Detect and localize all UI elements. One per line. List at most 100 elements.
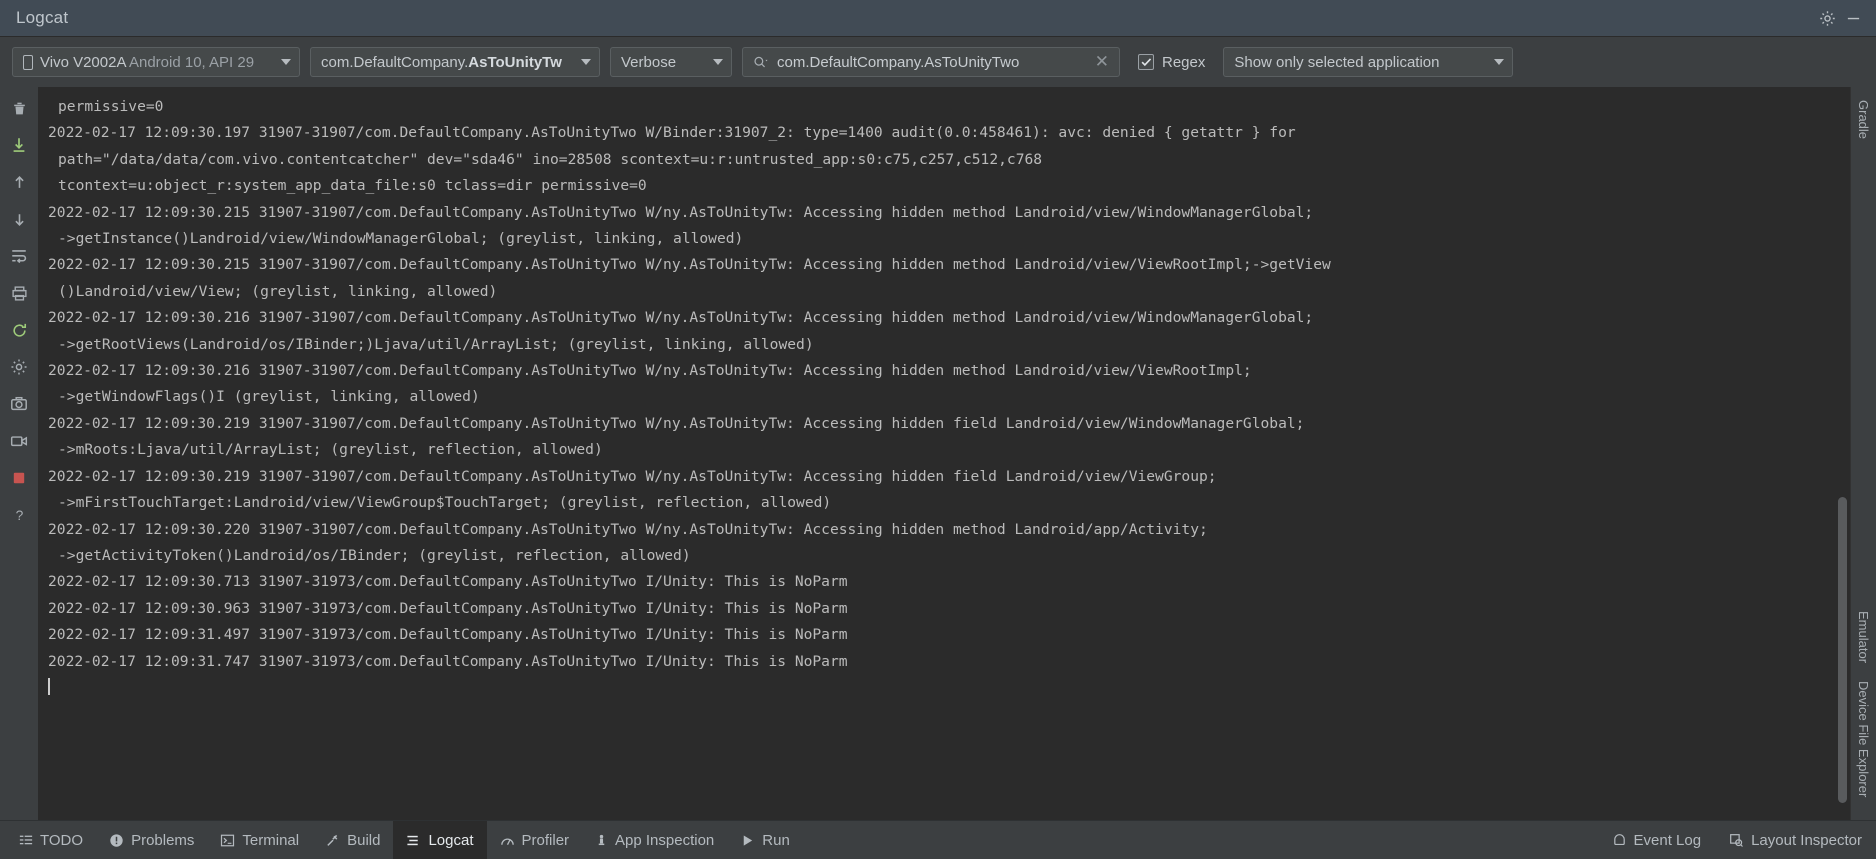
bottom-tab-label: Profiler xyxy=(521,831,570,849)
bottom-tab-logcat[interactable]: Logcat xyxy=(393,821,487,859)
hammer-icon xyxy=(325,833,340,848)
search-icon[interactable] xyxy=(753,55,769,70)
log-line[interactable]: 2022-02-17 12:09:30.219 31907-31907/com.… xyxy=(48,411,1824,437)
bottom-tab-profiler[interactable]: Profiler xyxy=(487,821,583,859)
log-line[interactable]: ->getRootViews(Landroid/os/IBinder;)Ljav… xyxy=(48,332,1824,358)
filter-label: Show only selected application xyxy=(1234,53,1440,71)
logcat-side-toolbar: ? xyxy=(0,87,38,820)
chevron-down-icon xyxy=(581,59,591,65)
log-line[interactable]: ->getActivityToken()Landroid/os/IBinder;… xyxy=(48,543,1824,569)
log-line[interactable]: 2022-02-17 12:09:30.713 31907-31973/com.… xyxy=(48,569,1824,595)
soft-wrap-icon[interactable] xyxy=(6,243,32,269)
logcat-toolbar: Vivo V2002A Android 10, API 29 com.Defau… xyxy=(0,37,1876,87)
bottom-tab-run[interactable]: Run xyxy=(727,821,803,859)
question-icon[interactable]: ? xyxy=(6,502,32,528)
inspection-icon xyxy=(595,833,608,848)
log-level-label: Verbose xyxy=(621,53,677,71)
scrollbar-thumb[interactable] xyxy=(1838,497,1847,804)
bottom-tab-layout-inspector[interactable]: Layout Inspector xyxy=(1715,821,1876,859)
log-line[interactable]: ->getInstance()Landroid/view/WindowManag… xyxy=(48,226,1824,252)
restart-icon[interactable] xyxy=(6,317,32,343)
search-field-container[interactable]: ✕ xyxy=(742,47,1120,77)
log-line[interactable]: 2022-02-17 12:09:30.216 31907-31907/com.… xyxy=(48,305,1824,331)
close-icon[interactable]: ✕ xyxy=(1093,52,1111,72)
log-line[interactable]: tcontext=u:object_r:system_app_data_file… xyxy=(48,173,1824,199)
log-line[interactable]: ->mFirstTouchTarget:Landroid/view/ViewGr… xyxy=(48,490,1824,516)
play-icon xyxy=(740,833,755,848)
process-name: AsToUnityTw xyxy=(468,53,562,71)
logcat-output[interactable]: permissive=0 2022-02-17 12:09:30.197 3190… xyxy=(38,87,1850,820)
log-line[interactable]: 2022-02-17 12:09:30.963 31907-31973/com.… xyxy=(48,596,1824,622)
device-selector[interactable]: Vivo V2002A Android 10, API 29 xyxy=(12,47,300,77)
camera-icon[interactable] xyxy=(6,391,32,417)
gear-icon[interactable] xyxy=(6,354,32,380)
bottom-tab-build[interactable]: Build xyxy=(312,821,393,859)
bottom-tab-app-inspection[interactable]: App Inspection xyxy=(582,821,727,859)
right-tool-rail: Gradle Emulator Device File Explorer xyxy=(1850,87,1876,820)
bottom-right-tabs: Event Log Layout Inspector xyxy=(1598,821,1876,859)
bottom-tab-label: App Inspection xyxy=(615,831,715,849)
bottom-tab-label: Layout Inspector xyxy=(1751,831,1862,849)
process-prefix: com.DefaultCompany. xyxy=(321,53,469,71)
process-selector[interactable]: com.DefaultCompany.AsToUnityTw xyxy=(310,47,600,77)
arrow-down-icon[interactable] xyxy=(6,206,32,232)
process-label: com.DefaultCompany.AsToUnityTw xyxy=(321,54,570,71)
gear-icon[interactable] xyxy=(1814,5,1840,31)
bottom-tab-event-log[interactable]: Event Log xyxy=(1598,821,1716,859)
warning-icon xyxy=(109,833,124,848)
log-line[interactable]: 2022-02-17 12:09:30.215 31907-31907/com.… xyxy=(48,252,1824,278)
phone-icon xyxy=(23,54,33,70)
log-line[interactable]: ->mRoots:Ljava/util/ArrayList; (greylist… xyxy=(48,437,1824,463)
regex-checkbox[interactable] xyxy=(1138,54,1154,70)
logcat-window: Logcat Vivo V2002A Android 10, API 29 co… xyxy=(0,0,1876,859)
logcat-body: ? permissive=0 2022-02-17 12:09:30.197 31… xyxy=(0,87,1876,820)
logcat-lines: permissive=0 2022-02-17 12:09:30.197 3190… xyxy=(38,87,1850,820)
arrow-up-icon[interactable] xyxy=(6,169,32,195)
search-input[interactable] xyxy=(777,53,1085,71)
print-icon[interactable] xyxy=(6,280,32,306)
regex-checkbox-row[interactable]: Regex xyxy=(1138,54,1205,71)
terminal-icon xyxy=(220,833,235,848)
log-line[interactable]: 2022-02-17 12:09:30.219 31907-31907/com.… xyxy=(48,464,1824,490)
log-line[interactable]: permissive=0 xyxy=(48,94,1824,120)
log-line[interactable]: ()Landroid/view/View; (greylist, linking… xyxy=(48,279,1824,305)
logcat-vertical-scrollbar[interactable] xyxy=(1837,89,1848,818)
log-line[interactable]: ->getWindowFlags()I (greylist, linking, … xyxy=(48,384,1824,410)
scroll-end-icon[interactable] xyxy=(6,132,32,158)
chevron-down-icon xyxy=(281,59,291,65)
bottom-tab-label: Logcat xyxy=(428,831,474,849)
stop-square-icon[interactable] xyxy=(6,465,32,491)
list-icon xyxy=(19,833,33,847)
log-level-selector[interactable]: Verbose xyxy=(610,47,732,77)
bottom-tab-terminal[interactable]: Terminal xyxy=(207,821,312,859)
bottom-tab-label: Problems xyxy=(131,831,195,849)
bottom-tab-label: Event Log xyxy=(1633,831,1702,849)
chevron-down-icon xyxy=(1494,59,1505,65)
right-tab-device-file-explorer[interactable]: Device File Explorer xyxy=(1853,672,1874,806)
right-tab-emulator[interactable]: Emulator xyxy=(1853,602,1874,672)
log-line[interactable]: 2022-02-17 12:09:30.215 31907-31907/com.… xyxy=(48,200,1824,226)
bottom-tool-window-bar: TODO Problems Terminal Build Logcat Profiler A… xyxy=(0,820,1876,859)
chevron-down-icon xyxy=(713,59,723,65)
device-label: Vivo V2002A Android 10, API 29 xyxy=(40,54,270,71)
regex-label: Regex xyxy=(1162,53,1206,71)
filter-selector[interactable]: Show only selected application xyxy=(1223,47,1514,77)
log-line[interactable]: 2022-02-17 12:09:30.216 31907-31907/com.… xyxy=(48,358,1824,384)
profiler-icon xyxy=(500,833,515,848)
bottom-tab-label: Build xyxy=(347,831,381,849)
right-tab-gradle[interactable]: Gradle xyxy=(1853,91,1874,148)
log-line[interactable]: 2022-02-17 12:09:30.220 31907-31907/com.… xyxy=(48,517,1824,543)
bottom-spacer xyxy=(803,821,1598,859)
log-line[interactable]: 2022-02-17 12:09:31.747 31907-31973/com.… xyxy=(48,649,1824,675)
log-line[interactable]: 2022-02-17 12:09:30.197 31907-31907/com.… xyxy=(48,120,1824,146)
event-log-icon xyxy=(1612,833,1627,848)
video-icon[interactable] xyxy=(6,428,32,454)
bottom-tab-todo[interactable]: TODO xyxy=(6,821,96,859)
log-line[interactable]: 2022-02-17 12:09:31.497 31907-31973/com.… xyxy=(48,622,1824,648)
bottom-tab-problems[interactable]: Problems xyxy=(96,821,207,859)
page-title: Logcat xyxy=(16,8,69,27)
device-name: Vivo V2002A xyxy=(40,53,126,71)
minimize-icon[interactable] xyxy=(1840,5,1866,31)
log-line[interactable]: path="/data/data/com.vivo.contentcatcher… xyxy=(48,147,1824,173)
trash-icon[interactable] xyxy=(6,95,32,121)
